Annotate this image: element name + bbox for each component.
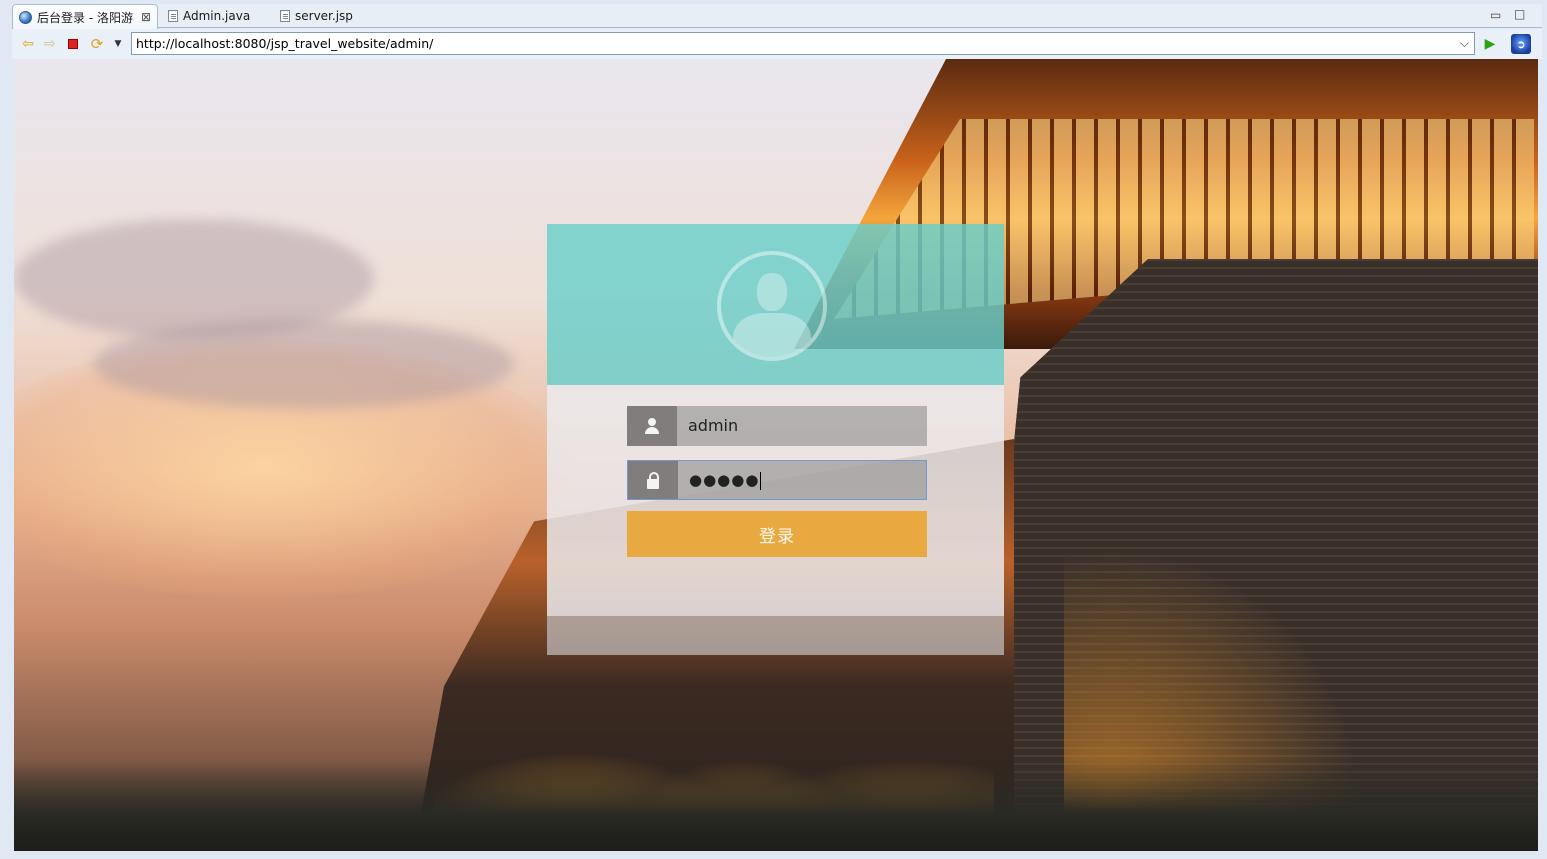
lock-icon (646, 471, 660, 489)
background-ground (14, 759, 1538, 851)
login-form: admin ●●●●● 登录 (547, 385, 1004, 616)
maximize-icon[interactable]: □ (1514, 7, 1525, 21)
background-cloud (94, 319, 514, 409)
text-caret (760, 471, 762, 490)
url-input[interactable]: http://localhost:8080/jsp_travel_website… (131, 32, 1475, 55)
login-button[interactable]: 登录 (627, 511, 927, 557)
username-field-icon-box (627, 406, 677, 446)
minimize-icon[interactable]: ▭ (1490, 8, 1501, 22)
globe-icon (19, 10, 32, 24)
jsp-file-icon (280, 10, 290, 22)
chevron-down-icon[interactable]: ▼ (110, 36, 126, 52)
tab-admin-java[interactable]: Admin.java (162, 4, 272, 28)
password-field[interactable]: ●●●●● (627, 460, 927, 500)
tab-strip: 后台登录 - 洛阳游 ⊠ Admin.java server.jsp ▭ □ (12, 4, 1542, 29)
username-input[interactable]: admin (688, 406, 738, 446)
url-dropdown-chevron-icon[interactable]: ⌵ (1460, 33, 1469, 54)
avatar-body (733, 313, 811, 357)
password-mask: ●●●●● (689, 471, 760, 489)
url-text: http://localhost:8080/jsp_travel_website… (136, 36, 434, 51)
tab-label: Admin.java (183, 9, 251, 23)
tab-label: 后台登录 - 洛阳游 (37, 10, 133, 25)
user-icon (644, 418, 660, 434)
browser-extension-icon[interactable]: ➲ (1511, 34, 1531, 54)
user-avatar-icon (717, 251, 827, 361)
close-icon[interactable]: ⊠ (141, 10, 151, 24)
refresh-icon[interactable]: ⟳ (89, 35, 105, 53)
go-play-icon[interactable]: ▶ (1482, 36, 1498, 52)
back-arrow-icon[interactable]: ⇦ (20, 36, 36, 52)
forward-arrow-icon[interactable]: ⇨ (42, 36, 58, 52)
tab-label: server.jsp (295, 9, 353, 23)
page-viewport: admin ●●●●● 登录 (14, 59, 1538, 851)
window-bottom-edge (14, 851, 1538, 859)
tab-server-jsp[interactable]: server.jsp (274, 4, 384, 28)
navigation-toolbar: ⇦ ⇨ ⟳ ▼ http://localhost:8080/jsp_travel… (12, 29, 1542, 59)
password-input[interactable]: ●●●●● (689, 461, 762, 499)
password-field-icon-box (628, 461, 678, 499)
login-footer (547, 616, 1004, 655)
tab-admin-login[interactable]: 后台登录 - 洛阳游 ⊠ (12, 4, 158, 29)
browser-window: 后台登录 - 洛阳游 ⊠ Admin.java server.jsp ▭ □ ⇦… (0, 0, 1547, 859)
username-field[interactable]: admin (627, 406, 927, 446)
java-file-icon (168, 10, 178, 22)
login-panel: admin ●●●●● 登录 (547, 224, 1004, 655)
stop-icon[interactable] (68, 39, 78, 49)
login-header (547, 224, 1004, 385)
avatar-head (757, 273, 787, 311)
